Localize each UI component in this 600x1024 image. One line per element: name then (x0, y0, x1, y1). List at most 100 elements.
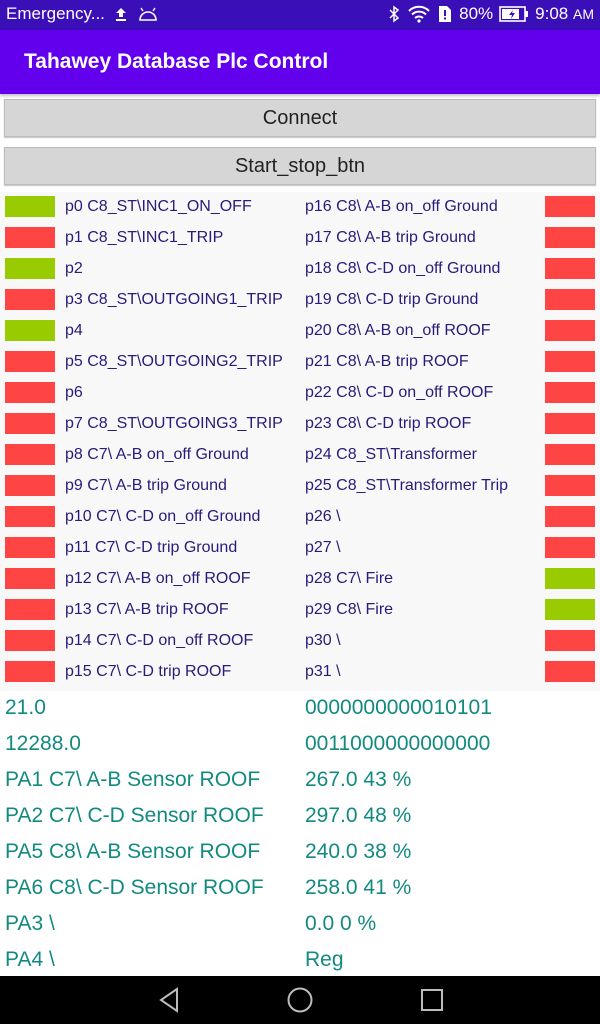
value-reading: 258.0 41 % (305, 876, 412, 899)
indicator-label: p17 C8\ A-B trip Ground (305, 229, 476, 246)
status-indicator (5, 444, 55, 465)
indicator-label: p11 C7\ C-D trip Ground (65, 539, 238, 556)
status-indicator (545, 320, 595, 341)
indicator-row: p7 C8_ST\OUTGOING3_TRIP p23 C8\ C-D trip … (0, 409, 600, 440)
indicator-label: p23 C8\ C-D trip ROOF (305, 415, 472, 432)
indicator-label: p16 C8\ A-B on_off Ground (305, 198, 498, 215)
status-indicator (545, 227, 595, 248)
indicator-row: p11 C7\ C-D trip Ground p27 \ (0, 533, 600, 564)
value-row: PA2 C7\ C-D Sensor ROOF 297.0 48 % (0, 804, 600, 840)
indicator-row: p6 p22 C8\ C-D on_off ROOF (0, 378, 600, 409)
indicator-label: p14 C7\ C-D on_off ROOF (65, 632, 254, 649)
indicator-label: p30 \ (305, 632, 341, 649)
status-indicator (545, 289, 595, 310)
status-indicator (545, 444, 595, 465)
value-reading: 297.0 48 % (305, 804, 412, 827)
bluetooth-icon (387, 5, 401, 23)
back-icon[interactable] (155, 986, 185, 1014)
recents-icon[interactable] (417, 986, 447, 1014)
battery-icon (499, 6, 529, 22)
indicator-label: p0 C8_ST\INC1_ON_OFF (65, 198, 252, 215)
indicator-row: p13 C7\ A-B trip ROOF p29 C8\ Fire (0, 595, 600, 626)
indicator-row: p10 C7\ C-D on_off Ground p26 \ (0, 502, 600, 533)
indicator-label: p26 \ (305, 508, 341, 525)
status-indicator (545, 630, 595, 651)
value-row: PA1 C7\ A-B Sensor ROOF 267.0 43 % (0, 768, 600, 804)
indicator-row: p0 C8_ST\INC1_ON_OFF p16 C8\ A-B on_off G… (0, 192, 600, 223)
value-reading: 0011000000000000 (305, 732, 491, 755)
indicator-label: p15 C7\ C-D trip ROOF (65, 663, 232, 680)
indicator-label: p27 \ (305, 539, 341, 556)
status-indicator (545, 258, 595, 279)
indicator-label: p4 (65, 322, 83, 339)
status-indicator (545, 475, 595, 496)
indicator-row: p3 C8_ST\OUTGOING1_TRIP p19 C8\ C-D trip … (0, 285, 600, 316)
indicator-row: p14 C7\ C-D on_off ROOF p30 \ (0, 626, 600, 657)
value-reading: 267.0 43 % (305, 768, 412, 791)
indicator-row: p9 C7\ A-B trip Ground p25 C8_ST\Transfor… (0, 471, 600, 502)
clock: 9:08 AM (535, 4, 594, 23)
value-row: 21.0 0000000000010101 (0, 696, 600, 732)
status-indicator (545, 413, 595, 434)
indicator-label: p24 C8_ST\Transformer (305, 446, 477, 463)
value-reading: 0000000000010101 (305, 696, 492, 719)
status-indicator (5, 258, 55, 279)
status-indicator (5, 227, 55, 248)
home-icon[interactable] (285, 986, 315, 1014)
value-label: PA6 C8\ C-D Sensor ROOF (5, 876, 264, 899)
value-reading: Reg (305, 948, 344, 971)
indicator-label: p29 C8\ Fire (305, 601, 394, 618)
indicator-label: p10 C7\ C-D on_off Ground (65, 508, 261, 525)
indicator-label: p5 C8_ST\OUTGOING2_TRIP (65, 353, 283, 370)
indicator-label: p9 C7\ A-B trip Ground (65, 477, 227, 494)
status-indicator (5, 382, 55, 403)
app-title: Tahawey Database Plc Control (24, 50, 329, 73)
android-icon (137, 6, 159, 22)
status-indicator (5, 599, 55, 620)
status-indicator (545, 506, 595, 527)
navigation-bar (0, 976, 600, 1024)
upload-icon (113, 6, 129, 22)
status-indicator (5, 661, 55, 682)
status-indicator (5, 289, 55, 310)
indicator-row: p4 p20 C8\ A-B on_off ROOF (0, 316, 600, 347)
indicator-label: p18 C8\ C-D on_off Ground (305, 260, 501, 277)
status-indicator (545, 537, 595, 558)
battery-percent: 80% (459, 4, 494, 23)
status-indicator (5, 568, 55, 589)
indicator-label: p1 C8_ST\INC1_TRIP (65, 229, 224, 246)
status-indicator (545, 568, 595, 589)
indicator-row: p2 p18 C8\ C-D on_off Ground (0, 254, 600, 285)
indicator-row: p8 C7\ A-B on_off Ground p24 C8_ST\Transf… (0, 440, 600, 471)
connect-button[interactable]: Connect (4, 99, 596, 137)
indicator-label: p28 C7\ Fire (305, 570, 394, 587)
indicator-row: p1 C8_ST\INC1_TRIP p17 C8\ A-B trip Groun… (0, 223, 600, 254)
status-indicator (5, 506, 55, 527)
indicator-grid: p0 C8_ST\INC1_ON_OFF p16 C8\ A-B on_off G… (0, 192, 600, 691)
status-indicator (5, 475, 55, 496)
indicator-label: p2 (65, 260, 83, 277)
status-indicator (5, 413, 55, 434)
value-label: PA5 C8\ A-B Sensor ROOF (5, 840, 261, 863)
indicator-label: p20 C8\ A-B on_off ROOF (305, 322, 491, 339)
status-indicator (5, 630, 55, 651)
status-indicator (545, 351, 595, 372)
status-indicator (5, 537, 55, 558)
value-label: PA3 \ (5, 912, 55, 935)
status-indicator (545, 382, 595, 403)
status-bar: Emergency... 80% 9:08 AM (0, 0, 600, 30)
indicator-label: p25 C8_ST\Transformer Trip (305, 477, 509, 494)
value-label: PA4 \ (5, 948, 55, 971)
indicator-label: p31 \ (305, 663, 341, 680)
value-row: 12288.0 0011000000000000 (0, 732, 600, 768)
value-reading: 240.0 38 % (305, 840, 412, 863)
status-indicator (5, 196, 55, 217)
value-label: 12288.0 (5, 732, 81, 755)
status-indicator (545, 196, 595, 217)
indicator-label: p13 C7\ A-B trip ROOF (65, 601, 229, 618)
status-indicator (5, 320, 55, 341)
indicator-label: p12 C7\ A-B on_off ROOF (65, 570, 251, 587)
start-stop-button[interactable]: Start_stop_btn (4, 147, 596, 185)
indicator-label: p21 C8\ A-B trip ROOF (305, 353, 469, 370)
indicator-label: p22 C8\ C-D on_off ROOF (305, 384, 494, 401)
